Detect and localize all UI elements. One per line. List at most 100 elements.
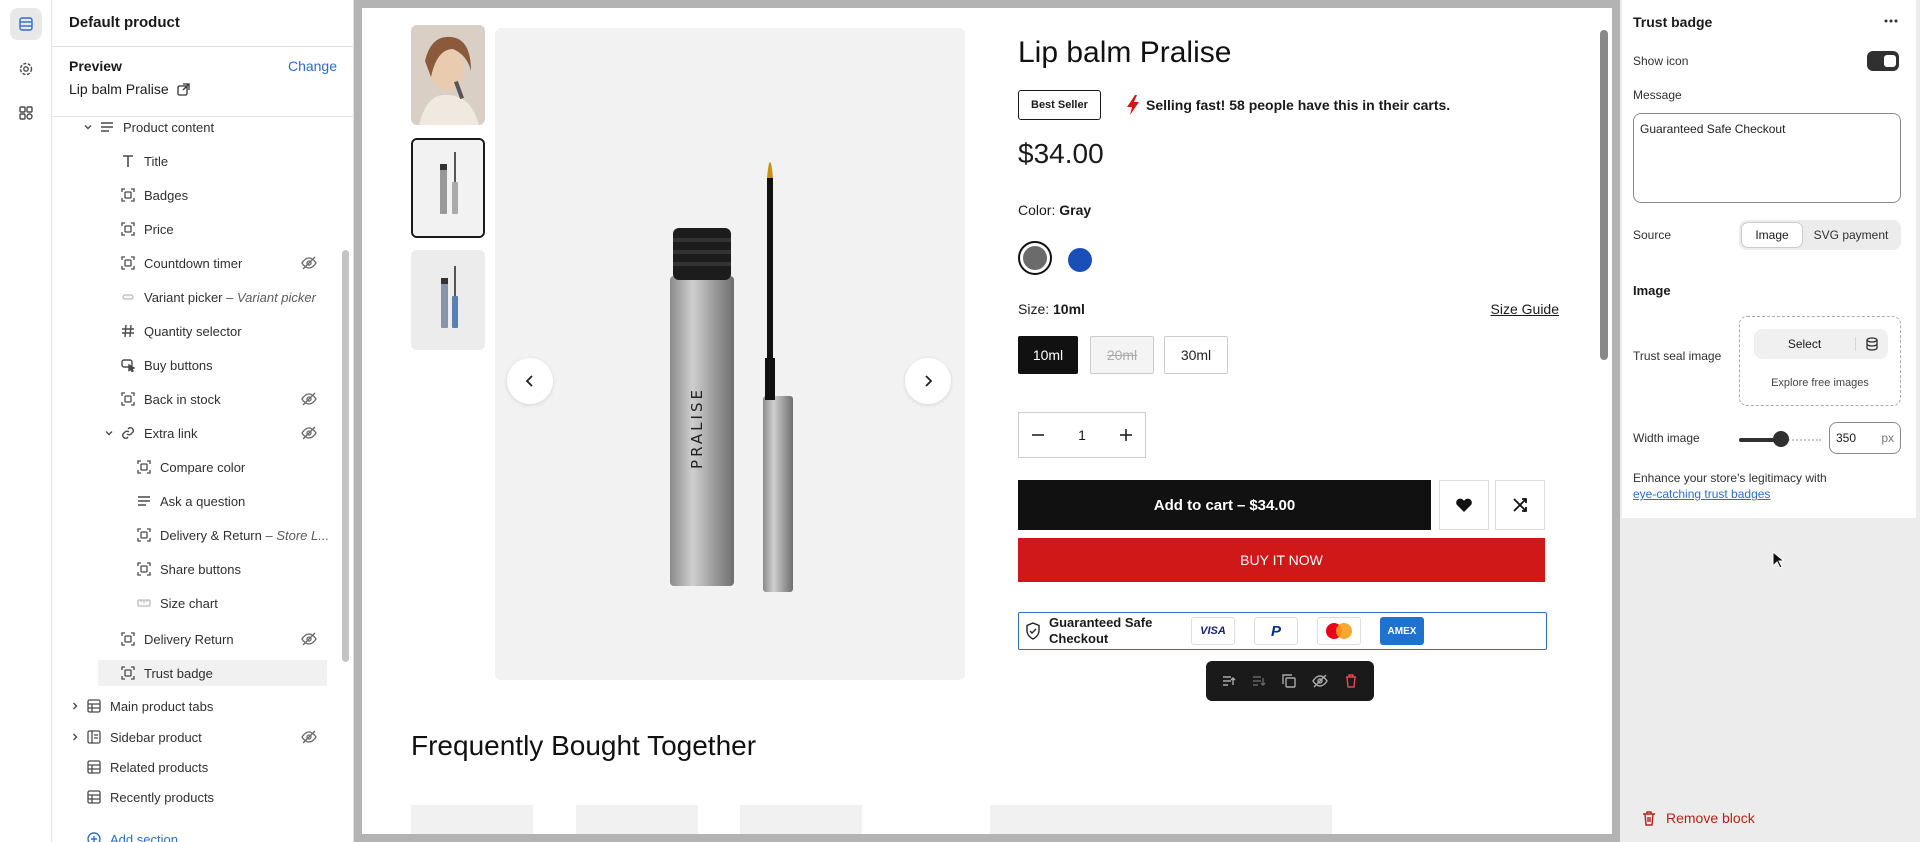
fbt-card[interactable] — [576, 805, 698, 834]
canvas-scrollbar[interactable] — [1600, 30, 1608, 360]
tree-item-suffix: Store L... — [276, 527, 330, 543]
tree-item-back-in-stock[interactable]: Back in stock — [120, 386, 317, 412]
move-down-icon[interactable] — [1252, 674, 1266, 688]
thumbnail-model[interactable] — [411, 25, 485, 125]
show-icon-toggle[interactable] — [1867, 51, 1899, 71]
fbt-card[interactable] — [411, 805, 533, 834]
eye-off-icon[interactable] — [301, 729, 317, 745]
size-10ml[interactable]: 10ml — [1018, 336, 1078, 374]
source-option-svg-payment[interactable]: SVG payment — [1803, 222, 1899, 248]
fbt-card[interactable] — [740, 805, 862, 834]
source-label: Source — [1633, 228, 1672, 242]
trust-badge-block[interactable]: Guaranteed Safe Checkout VISA P AMEX — [1018, 612, 1547, 650]
database-icon[interactable] — [1856, 337, 1888, 351]
duplicate-icon[interactable] — [1282, 674, 1296, 688]
tree-item-ask-a-question[interactable]: Ask a question — [136, 488, 317, 514]
size-guide-link[interactable]: Size Guide — [1491, 301, 1559, 317]
block-settings-panel: Trust badge Show icon Message Guaranteed… — [1622, 0, 1916, 518]
size-value: 10ml — [1053, 301, 1085, 317]
add-section-button[interactable]: Add section — [86, 826, 178, 842]
tree-item-countdown-timer[interactable]: Countdown timer — [120, 250, 317, 276]
slider-knob[interactable] — [1773, 431, 1789, 447]
left-sidebar: Default product Preview Change Lip balm … — [52, 0, 354, 842]
tree-item-price[interactable]: Price — [120, 216, 317, 242]
change-preview-link[interactable]: Change — [288, 58, 337, 74]
source-option-image[interactable]: Image — [1741, 222, 1803, 248]
tree-item-delivery-return[interactable]: Delivery Return — [120, 626, 317, 652]
quantity-value[interactable]: 1 — [1078, 427, 1086, 443]
amex-label: AMEX — [1387, 625, 1417, 637]
hide-icon[interactable] — [1312, 674, 1328, 688]
buy-it-now-button[interactable]: BUY IT NOW — [1018, 538, 1545, 582]
prev-image-button[interactable] — [507, 358, 553, 404]
eye-off-icon[interactable] — [301, 631, 317, 647]
chevron-down-icon[interactable] — [83, 122, 93, 132]
tree-item-delivery-return[interactable]: Delivery & Return – Store L... — [136, 522, 329, 548]
width-input[interactable]: 350 px — [1829, 422, 1901, 454]
more-options-icon[interactable] — [1884, 14, 1898, 28]
sections-icon[interactable] — [10, 8, 42, 40]
tree-item-extra-link[interactable]: Extra link — [105, 420, 317, 446]
chevron-right-icon[interactable] — [70, 701, 80, 711]
apps-icon[interactable] — [10, 97, 42, 129]
product-price: $34.00 — [1018, 138, 1104, 169]
preview-product[interactable]: Lip balm Pralise — [69, 81, 190, 97]
tree-item-product-content[interactable]: Product content — [84, 114, 317, 140]
sidebar-icon — [86, 729, 102, 745]
swatch-gray[interactable] — [1018, 241, 1052, 275]
visa-icon: VISA — [1191, 617, 1235, 645]
eye-off-icon[interactable] — [301, 255, 317, 271]
tree-item-title[interactable]: Title — [120, 148, 317, 174]
select-image-button[interactable]: Select — [1754, 329, 1888, 359]
size-30ml[interactable]: 30ml — [1164, 336, 1228, 374]
plus-icon[interactable] — [1119, 428, 1133, 442]
explore-free-images-link[interactable]: Explore free images — [1740, 377, 1900, 389]
add-to-cart-label: Add to cart — [1153, 496, 1233, 514]
swatch-blue[interactable] — [1068, 248, 1092, 272]
tree-item-badges[interactable]: Badges — [120, 182, 317, 208]
width-slider[interactable] — [1739, 431, 1821, 447]
tree-item-main-product-tabs[interactable]: Main product tabs — [73, 693, 317, 719]
size-20ml[interactable]: 20ml — [1090, 336, 1154, 374]
tree-item-trust-badge[interactable]: Trust badge — [98, 660, 327, 686]
amex-icon: AMEX — [1380, 617, 1424, 645]
sidebar-scrollbar[interactable] — [342, 250, 349, 662]
remove-block-button[interactable]: Remove block — [1642, 810, 1755, 826]
table-icon — [86, 759, 102, 775]
help-text: Enhance your store's legitimacy with eye… — [1633, 470, 1903, 502]
tree-item-related-products[interactable]: Related products — [86, 754, 317, 780]
product-page: PRALISE Lip balm Pralise Best Seller Sel… — [362, 8, 1612, 834]
tree-item-quantity-selector[interactable]: Quantity selector — [120, 318, 317, 344]
tree-item-variant-picker[interactable]: Variant picker – Variant picker — [120, 284, 317, 310]
tree-item-buy-buttons[interactable]: Buy buttons — [120, 352, 317, 378]
external-link-icon — [176, 82, 190, 96]
source-segmented-control: Image SVG payment — [1739, 220, 1901, 250]
minus-icon[interactable] — [1031, 428, 1045, 442]
thumbnail-blue-tube[interactable] — [411, 250, 485, 350]
thumbnail-gray-tube[interactable] — [411, 138, 485, 238]
tree-item-share-buttons[interactable]: Share buttons — [136, 556, 317, 582]
chevron-right-icon[interactable] — [70, 732, 80, 742]
tree-item-compare-color[interactable]: Compare color — [136, 454, 317, 480]
main-product-image[interactable]: PRALISE — [495, 28, 965, 680]
preview-label: Preview — [69, 58, 122, 74]
tree-item-recently-products[interactable]: Recently products — [86, 784, 317, 810]
block-icon — [120, 255, 136, 271]
message-textarea[interactable]: Guaranteed Safe Checkout — [1633, 113, 1901, 203]
wishlist-button[interactable] — [1439, 480, 1489, 530]
delete-icon[interactable] — [1344, 674, 1358, 688]
dash-separator: – — [1236, 496, 1246, 514]
add-to-cart-button[interactable]: Add to cart – $34.00 — [1018, 480, 1431, 530]
settings-gear-icon[interactable] — [10, 53, 42, 85]
trust-badges-link[interactable]: eye-catching trust badges — [1633, 487, 1770, 501]
tree-item-sidebar-product[interactable]: Sidebar product — [73, 724, 317, 750]
tree-item-size-chart[interactable]: Size chart — [136, 590, 317, 616]
next-image-button[interactable] — [905, 358, 951, 404]
image-picker: Select Explore free images — [1739, 316, 1901, 406]
eye-off-icon[interactable] — [301, 391, 317, 407]
tree-item-label: Compare color — [160, 459, 246, 475]
compare-button[interactable] — [1495, 480, 1545, 530]
chevron-down-icon[interactable] — [104, 428, 114, 438]
move-up-icon[interactable] — [1222, 674, 1236, 688]
eye-off-icon[interactable] — [301, 425, 317, 441]
